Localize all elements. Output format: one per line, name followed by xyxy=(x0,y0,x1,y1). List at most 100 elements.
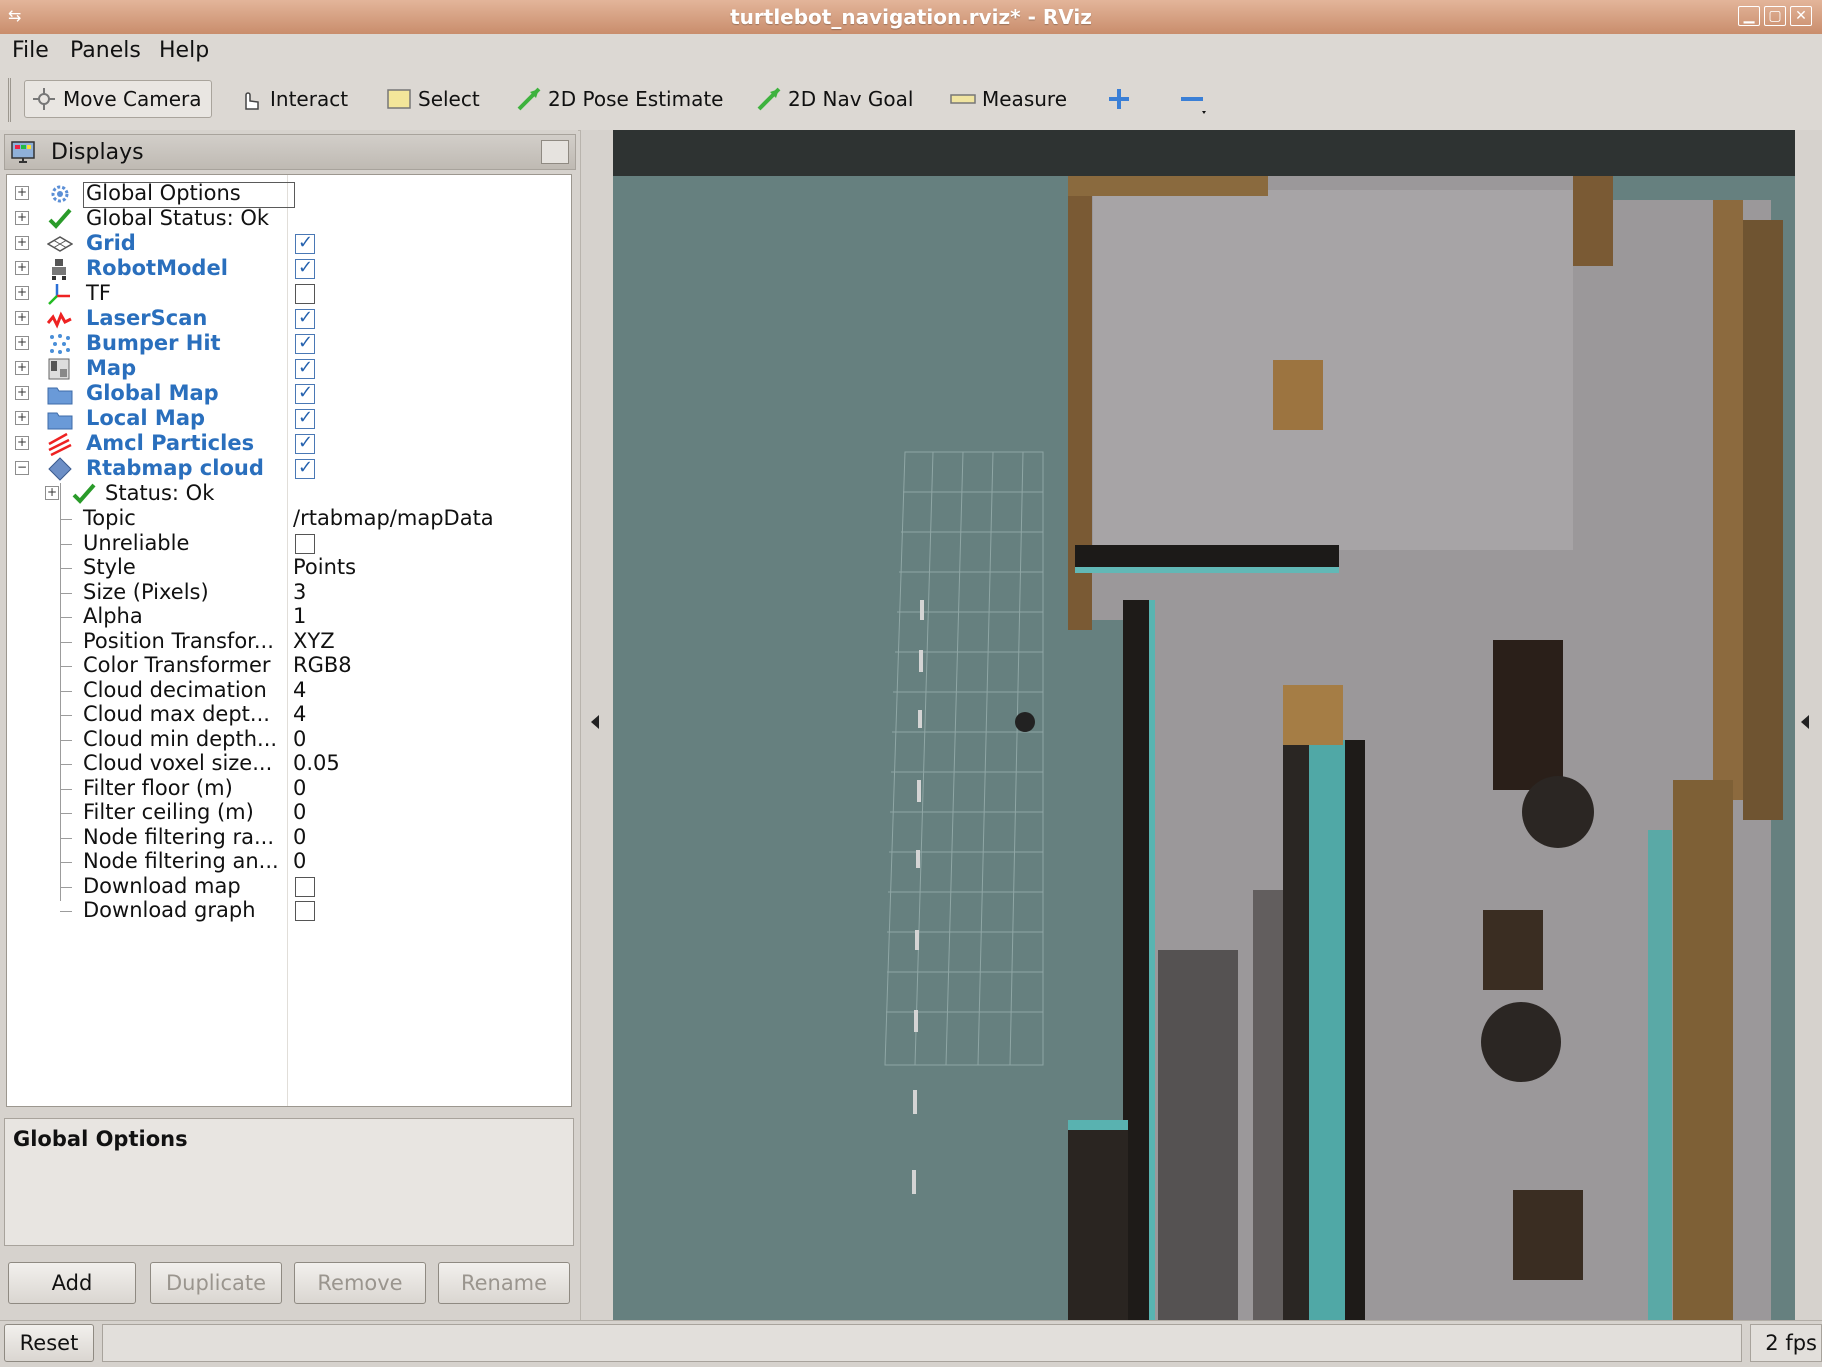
interact-tool[interactable]: Interact xyxy=(232,80,352,118)
property-value[interactable]: 4 xyxy=(293,678,306,702)
remove-tool-button[interactable] xyxy=(1172,80,1218,118)
property-value[interactable]: 0 xyxy=(293,800,306,824)
duplicate-button[interactable]: Duplicate xyxy=(150,1262,282,1304)
laserscan-checkbox[interactable] xyxy=(295,307,315,329)
interact-label: Interact xyxy=(270,87,349,111)
expand-icon[interactable]: + xyxy=(15,361,29,375)
expand-icon[interactable]: + xyxy=(15,186,29,200)
cloud-points xyxy=(1158,890,1283,1320)
property-value[interactable]: 0 xyxy=(293,825,306,849)
expand-icon[interactable]: + xyxy=(45,486,59,500)
pose-estimate-tool[interactable]: 2D Pose Estimate xyxy=(510,80,730,118)
tree-row-global-map[interactable]: + Global Map xyxy=(7,380,571,408)
expand-icon[interactable]: + xyxy=(15,436,29,450)
maximize-icon[interactable]: ▢ xyxy=(1764,6,1786,26)
minimize-icon[interactable]: ▁ xyxy=(1738,6,1760,26)
map-checkbox[interactable] xyxy=(295,357,315,379)
collapse-left-icon[interactable] xyxy=(591,715,599,729)
ruler-icon xyxy=(950,87,976,111)
tree-connector xyxy=(60,641,72,643)
property-checkbox[interactable] xyxy=(295,876,315,897)
measure-tool[interactable]: Measure xyxy=(944,80,1074,118)
property-row[interactable]: Download graph xyxy=(7,897,571,925)
property-value[interactable]: XYZ xyxy=(293,629,335,653)
robotmodel-checkbox[interactable] xyxy=(295,257,315,279)
add-tool-button[interactable] xyxy=(1100,80,1140,118)
tree-row-grid[interactable]: + Grid xyxy=(7,230,571,258)
expand-icon[interactable]: + xyxy=(15,236,29,250)
reset-button[interactable]: Reset xyxy=(4,1324,94,1362)
property-checkbox[interactable] xyxy=(295,901,315,921)
tree-row-global-status[interactable]: + Global Status: Ok xyxy=(7,205,571,233)
tree-row-local-map[interactable]: + Local Map xyxy=(7,405,571,433)
remove-button[interactable]: Remove xyxy=(294,1262,426,1304)
add-button[interactable]: Add xyxy=(8,1262,136,1304)
display-label: Map xyxy=(86,356,137,380)
move-camera-tool[interactable]: Move Camera xyxy=(24,80,212,118)
grid-checkbox[interactable] xyxy=(295,232,315,254)
tree-row-map[interactable]: + Map xyxy=(7,355,571,383)
tf-checkbox[interactable] xyxy=(295,284,315,304)
status-message xyxy=(102,1324,1742,1362)
property-value[interactable]: 0 xyxy=(293,849,306,873)
property-value[interactable]: 1 xyxy=(293,604,306,628)
check-icon xyxy=(47,207,73,231)
folder-icon xyxy=(47,407,73,431)
tree-row-global-options[interactable]: + Global Options xyxy=(7,180,571,208)
property-value[interactable]: RGB8 xyxy=(293,653,352,677)
tree-row-amcl-particles[interactable]: + Amcl Particles xyxy=(7,430,571,458)
select-tool[interactable]: Select xyxy=(380,80,490,118)
display-label: Grid xyxy=(86,231,136,255)
expand-icon[interactable]: + xyxy=(15,261,29,275)
3d-viewport[interactable] xyxy=(613,130,1795,1320)
right-panel-toggle[interactable] xyxy=(1795,130,1822,1320)
status-bar: Reset 2 fps xyxy=(0,1320,1822,1367)
property-name: Cloud voxel size... xyxy=(83,751,273,775)
panel-splitter[interactable] xyxy=(580,130,613,1320)
panel-float-button[interactable] xyxy=(541,140,569,164)
property-value[interactable]: 0 xyxy=(293,776,306,800)
global-map-checkbox[interactable] xyxy=(295,382,315,404)
expand-icon[interactable]: + xyxy=(15,211,29,225)
collapse-right-icon[interactable] xyxy=(1801,715,1809,729)
expand-icon[interactable]: + xyxy=(15,311,29,325)
expand-icon[interactable]: + xyxy=(15,411,29,425)
tree-connector xyxy=(60,764,72,765)
displays-panel: Displays + Global Options + Global Statu… xyxy=(0,130,578,1320)
tree-row-cloud-status[interactable]: + Status: Ok xyxy=(7,480,571,508)
expand-icon[interactable]: + xyxy=(15,286,29,300)
nav-goal-tool[interactable]: 2D Nav Goal xyxy=(750,80,920,118)
tree-row-bumper-hit[interactable]: + Bumper Hit xyxy=(7,330,571,358)
description-panel: Global Options xyxy=(4,1118,574,1246)
menu-help[interactable]: Help xyxy=(159,38,209,63)
tree-row-robotmodel[interactable]: + RobotModel xyxy=(7,255,571,283)
collapse-icon[interactable]: − xyxy=(15,461,29,475)
property-value[interactable]: 0.05 xyxy=(293,751,340,775)
property-value[interactable]: /rtabmap/mapData xyxy=(293,506,494,530)
tree-row-tf[interactable]: + TF xyxy=(7,280,571,308)
bumper-hit-checkbox[interactable] xyxy=(295,332,315,354)
amcl-particles-checkbox[interactable] xyxy=(295,432,315,454)
tree-row-laserscan[interactable]: + LaserScan xyxy=(7,305,571,333)
menu-panels[interactable]: Panels xyxy=(70,38,141,63)
window-title: turtlebot_navigation.rviz* - RViz xyxy=(730,5,1092,29)
tree-connector xyxy=(60,788,72,790)
menu-file[interactable]: File xyxy=(12,38,49,63)
close-icon[interactable]: ✕ xyxy=(1790,6,1812,26)
expand-icon[interactable]: + xyxy=(15,386,29,400)
property-name: Filter ceiling (m) xyxy=(83,800,254,824)
local-map-checkbox[interactable] xyxy=(295,407,315,429)
toolbar-grip[interactable] xyxy=(8,78,21,122)
property-value[interactable]: 4 xyxy=(293,702,306,726)
property-value[interactable]: 3 xyxy=(293,580,306,604)
property-value[interactable]: Points xyxy=(293,555,356,579)
rename-button[interactable]: Rename xyxy=(438,1262,570,1304)
diamond-icon xyxy=(47,457,73,481)
rtabmap-cloud-checkbox[interactable] xyxy=(295,457,315,479)
expand-icon[interactable]: + xyxy=(15,336,29,350)
tree-connector xyxy=(60,543,72,545)
property-value[interactable]: 0 xyxy=(293,727,306,751)
tree-row-rtabmap-cloud[interactable]: − Rtabmap cloud xyxy=(7,455,571,483)
property-checkbox[interactable] xyxy=(295,533,315,554)
property-name: Cloud min depth... xyxy=(83,726,278,751)
